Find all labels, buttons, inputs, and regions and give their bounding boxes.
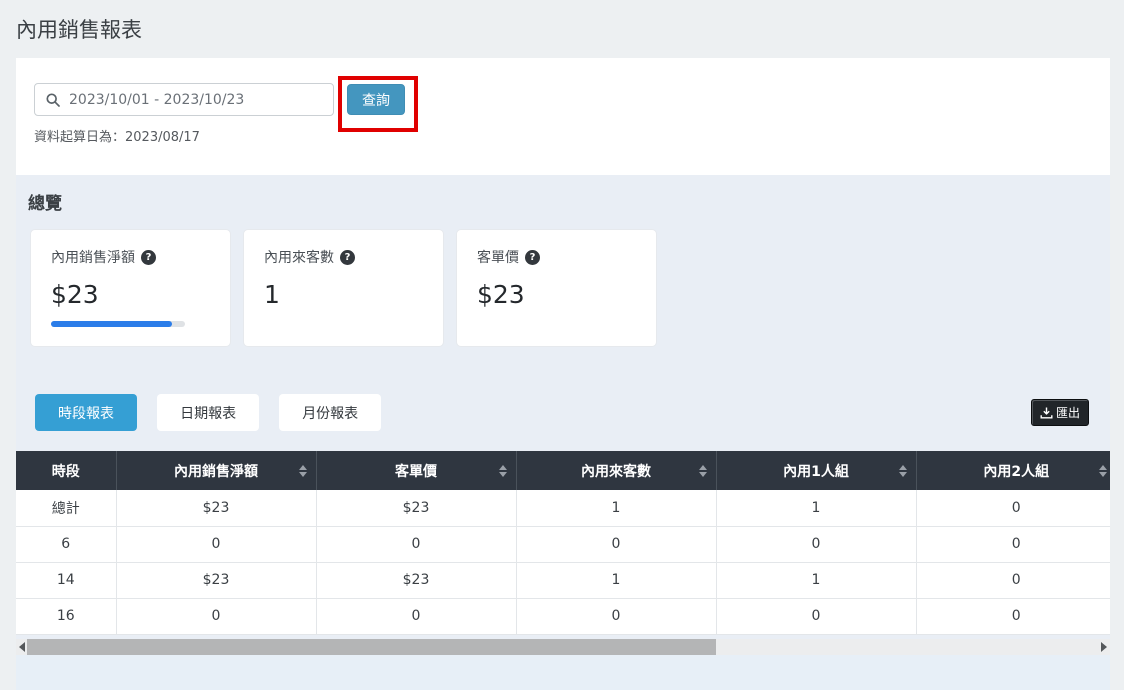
data-start-note: 資料起算日為：2023/08/17	[34, 126, 1092, 145]
query-button[interactable]: 查詢	[347, 84, 405, 115]
cell: 14	[16, 562, 116, 598]
cell: 0	[916, 562, 1110, 598]
date-range-input[interactable]: 2023/10/01 - 2023/10/23	[34, 83, 334, 116]
help-icon[interactable]: ?	[340, 250, 355, 265]
export-button[interactable]: 匯出	[1031, 399, 1089, 426]
overview-heading: 總覽	[28, 194, 1110, 214]
help-icon[interactable]: ?	[141, 250, 156, 265]
col-header-guest-count[interactable]: 內用來客數	[516, 451, 716, 490]
export-label: 匯出	[1056, 404, 1080, 421]
page-title: 內用銷售報表	[0, 0, 1124, 58]
bottom-strip	[16, 655, 1110, 690]
cell: 0	[316, 598, 516, 634]
sort-icon[interactable]	[1099, 465, 1107, 477]
help-icon[interactable]: ?	[525, 250, 540, 265]
cell: 0	[716, 526, 916, 562]
cell: 0	[916, 526, 1110, 562]
scroll-left-icon[interactable]	[19, 642, 25, 652]
sort-icon[interactable]	[299, 465, 307, 477]
card-guest-count-label: 內用來客數	[264, 247, 334, 267]
tab-daily-report[interactable]: 日期報表	[157, 394, 259, 431]
col-header-net-sales[interactable]: 內用銷售淨額	[116, 451, 316, 490]
overview-cards: 內用銷售淨額 ? $23 內用來客數 ? 1 客單價 ?	[30, 229, 1110, 347]
table-row: 總計 $23 $23 1 1 0	[16, 490, 1110, 526]
card-avg-ticket: 客單價 ? $23	[456, 229, 657, 347]
horizontal-scrollbar[interactable]	[16, 639, 1110, 655]
cell: 1	[716, 490, 916, 526]
cell: 1	[516, 562, 716, 598]
search-icon	[46, 93, 60, 107]
col-header-timeslot: 時段	[16, 451, 116, 490]
cell: 0	[516, 598, 716, 634]
net-sales-progress-fill	[51, 321, 172, 327]
col-header-party-of-1[interactable]: 內用1人組	[716, 451, 916, 490]
card-net-sales-label: 內用銷售淨額	[51, 247, 135, 267]
table-row: 16 0 0 0 0 0	[16, 598, 1110, 634]
sort-icon[interactable]	[499, 465, 507, 477]
cell: 0	[116, 526, 316, 562]
cell: 1	[516, 490, 716, 526]
sort-icon[interactable]	[899, 465, 907, 477]
sort-icon[interactable]	[699, 465, 707, 477]
cell: 總計	[16, 490, 116, 526]
cell: 0	[316, 526, 516, 562]
cell: $23	[316, 562, 516, 598]
cell: 0	[716, 598, 916, 634]
report-table-wrap: 時段 內用銷售淨額 客單價 內用來客數	[16, 451, 1110, 635]
cell: 16	[16, 598, 116, 634]
filter-panel: 2023/10/01 - 2023/10/23 查詢 資料起算日為：2023/0…	[16, 58, 1110, 175]
report-tabs-row: 時段報表 日期報表 月份報表 匯出	[20, 394, 1110, 431]
card-guest-count-value: 1	[264, 280, 423, 310]
card-net-sales-value: $23	[51, 280, 210, 310]
scrollbar-thumb[interactable]	[27, 639, 716, 655]
table-row: 14 $23 $23 1 1 0	[16, 562, 1110, 598]
cell: 0	[916, 598, 1110, 634]
cell: 0	[516, 526, 716, 562]
cell: $23	[116, 562, 316, 598]
col-header-party-of-2[interactable]: 內用2人組	[916, 451, 1110, 490]
card-guest-count: 內用來客數 ? 1	[243, 229, 444, 347]
card-avg-ticket-value: $23	[477, 280, 636, 310]
table-header-row: 時段 內用銷售淨額 客單價 內用來客數	[16, 451, 1110, 490]
download-icon	[1040, 407, 1053, 419]
cell: $23	[116, 490, 316, 526]
col-header-avg-ticket[interactable]: 客單價	[316, 451, 516, 490]
date-range-value: 2023/10/01 - 2023/10/23	[69, 92, 244, 108]
table-row: 6 0 0 0 0 0	[16, 526, 1110, 562]
tab-hourly-report[interactable]: 時段報表	[35, 394, 137, 431]
cell: 1	[716, 562, 916, 598]
cell: 0	[916, 490, 1110, 526]
scroll-right-icon[interactable]	[1101, 642, 1107, 652]
filter-row: 2023/10/01 - 2023/10/23 查詢	[34, 83, 1092, 116]
card-net-sales: 內用銷售淨額 ? $23	[30, 229, 231, 347]
cell: 6	[16, 526, 116, 562]
tab-monthly-report[interactable]: 月份報表	[279, 394, 381, 431]
report-section: 總覽 內用銷售淨額 ? $23 內用來客數 ? 1	[16, 175, 1110, 689]
card-avg-ticket-label: 客單價	[477, 247, 519, 267]
hourly-report-table: 時段 內用銷售淨額 客單價 內用來客數	[16, 451, 1110, 635]
cell: 0	[116, 598, 316, 634]
net-sales-progress-track	[51, 321, 185, 327]
cell: $23	[316, 490, 516, 526]
